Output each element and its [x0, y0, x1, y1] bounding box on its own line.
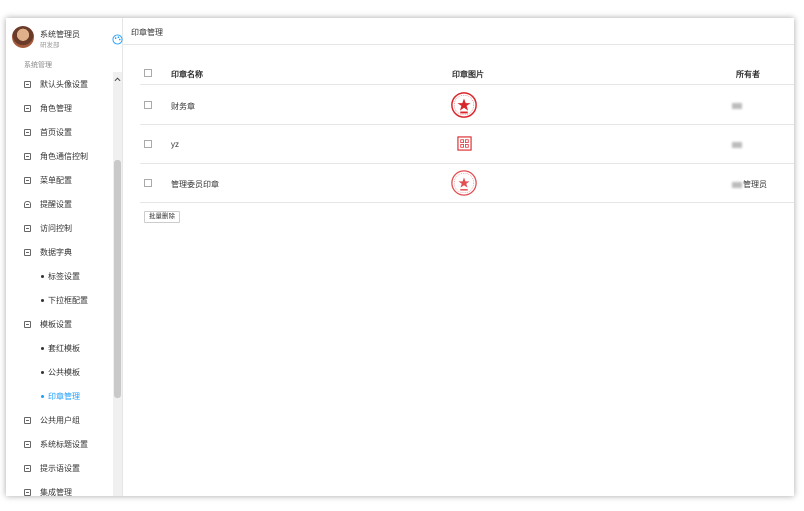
sidebar-item-public-user-group[interactable]: 公共用户组	[6, 408, 112, 432]
sidebar-item-label: 公共用户组	[40, 415, 80, 425]
sidebar-item-access-control[interactable]: 访问控制	[6, 216, 112, 240]
column-header-image: 印章图片	[452, 70, 484, 79]
menu-icon	[24, 80, 31, 88]
seal-name: yz	[171, 140, 179, 149]
menu-icon	[24, 440, 31, 448]
sidebar-item-role-communication[interactable]: 角色通信控制	[6, 144, 112, 168]
seal-image	[451, 92, 477, 118]
row-checkbox[interactable]	[144, 179, 152, 187]
sidebar-item-prompt-settings[interactable]: 提示语设置	[6, 456, 112, 480]
menu-icon	[24, 416, 31, 424]
sidebar-item-tag-settings[interactable]: 标签设置	[6, 264, 112, 288]
select-all-checkbox[interactable]	[144, 69, 152, 77]
main-content: 印章管理 印章名称 印章图片 所有者 财务章 yz 管理委员印章 管理员 批量删…	[123, 18, 794, 496]
sidebar-item-label: 提醒设置	[40, 199, 72, 209]
column-header-name: 印章名称	[171, 70, 203, 79]
sidebar-item-integration[interactable]: 集成管理	[6, 480, 112, 496]
monitor-icon	[24, 128, 31, 136]
seal-owner	[732, 101, 743, 110]
sidebar-item-menu-config[interactable]: 菜单配置	[6, 168, 112, 192]
avatar[interactable]	[12, 26, 34, 48]
sidebar-item-label: 角色管理	[40, 103, 72, 113]
sidebar-item-system-title[interactable]: 系统标题设置	[6, 432, 112, 456]
bullet-icon	[41, 274, 44, 278]
app-window: 系统管理员 研发部 系统管理 默认头像设置 角色管理 首页设置 角色通信控制 菜…	[6, 18, 794, 496]
sidebar-item-reminder-settings[interactable]: 提醒设置	[6, 192, 112, 216]
sidebar-item-label: 集成管理	[40, 487, 72, 497]
sidebar-item-label: 数据字典	[40, 247, 72, 257]
table-row: 财务章	[140, 86, 794, 125]
sidebar-item-label: 提示语设置	[40, 463, 80, 473]
sidebar-item-label: 首页设置	[40, 127, 72, 137]
menu-icon	[24, 488, 31, 496]
sidebar-item-default-avatar[interactable]: 默认头像设置	[6, 72, 112, 96]
sidebar-item-label: 角色通信控制	[40, 151, 88, 161]
menu-icon	[24, 320, 31, 328]
menu-icon	[24, 176, 31, 184]
seal-image	[451, 170, 477, 196]
bullet-icon	[41, 394, 44, 398]
sidebar-item-dropdown-config[interactable]: 下拉框配置	[6, 288, 112, 312]
sidebar-item-label: 公共模板	[48, 367, 80, 377]
menu-icon	[24, 152, 31, 160]
table-row: yz	[140, 125, 794, 164]
sidebar-item-label: 套红模板	[48, 343, 80, 353]
sidebar-section-title: 系统管理	[24, 62, 52, 69]
sidebar-item-public-template[interactable]: 公共模板	[6, 360, 112, 384]
sidebar-item-label: 菜单配置	[40, 175, 72, 185]
table-row: 管理委员印章 管理员	[140, 164, 794, 203]
sidebar-item-role-management[interactable]: 角色管理	[6, 96, 112, 120]
sidebar-item-label: 模板设置	[40, 319, 72, 329]
menu-icon	[24, 104, 31, 112]
sidebar-item-label: 印章管理	[48, 391, 80, 401]
seal-owner: 管理员	[732, 179, 767, 190]
sidebar-scrollbar[interactable]	[113, 72, 122, 496]
seal-image	[457, 136, 472, 151]
row-checkbox[interactable]	[144, 101, 152, 109]
seal-owner	[732, 140, 743, 149]
user-dept: 研发部	[40, 42, 60, 49]
page-title: 印章管理	[131, 28, 163, 37]
seal-name: 财务章	[171, 102, 195, 111]
sidebar: 系统管理员 研发部 系统管理 默认头像设置 角色管理 首页设置 角色通信控制 菜…	[6, 18, 123, 496]
sidebar-item-label: 系统标题设置	[40, 439, 88, 449]
sidebar-item-template-settings[interactable]: 模板设置	[6, 312, 112, 336]
bullet-icon	[41, 370, 44, 374]
monitor-icon	[24, 224, 31, 232]
sidebar-item-seal-management[interactable]: 印章管理	[6, 384, 112, 408]
batch-delete-button[interactable]: 批量删除	[144, 211, 180, 223]
bullet-icon	[41, 346, 44, 350]
column-header-owner: 所有者	[736, 70, 760, 79]
sidebar-item-label: 下拉框配置	[48, 295, 88, 305]
bullet-icon	[41, 298, 44, 302]
sidebar-item-home-settings[interactable]: 首页设置	[6, 120, 112, 144]
row-checkbox[interactable]	[144, 140, 152, 148]
sidebar-item-data-dictionary[interactable]: 数据字典	[6, 240, 112, 264]
scrollbar-thumb[interactable]	[114, 160, 121, 398]
sidebar-item-label: 访问控制	[40, 223, 72, 233]
sidebar-item-label: 默认头像设置	[40, 79, 88, 89]
sidebar-item-label: 标签设置	[48, 271, 80, 281]
sidebar-item-red-template[interactable]: 套红模板	[6, 336, 112, 360]
bell-icon	[24, 200, 31, 208]
user-panel: 系统管理员 研发部	[12, 26, 123, 56]
menu-icon	[24, 248, 31, 256]
table-header: 印章名称 印章图片 所有者	[140, 61, 794, 85]
palette-icon[interactable]	[112, 34, 123, 45]
chevron-up-icon[interactable]	[114, 76, 121, 83]
menu-icon	[24, 464, 31, 472]
seal-name: 管理委员印章	[171, 180, 219, 189]
page-header: 印章管理	[123, 18, 794, 45]
